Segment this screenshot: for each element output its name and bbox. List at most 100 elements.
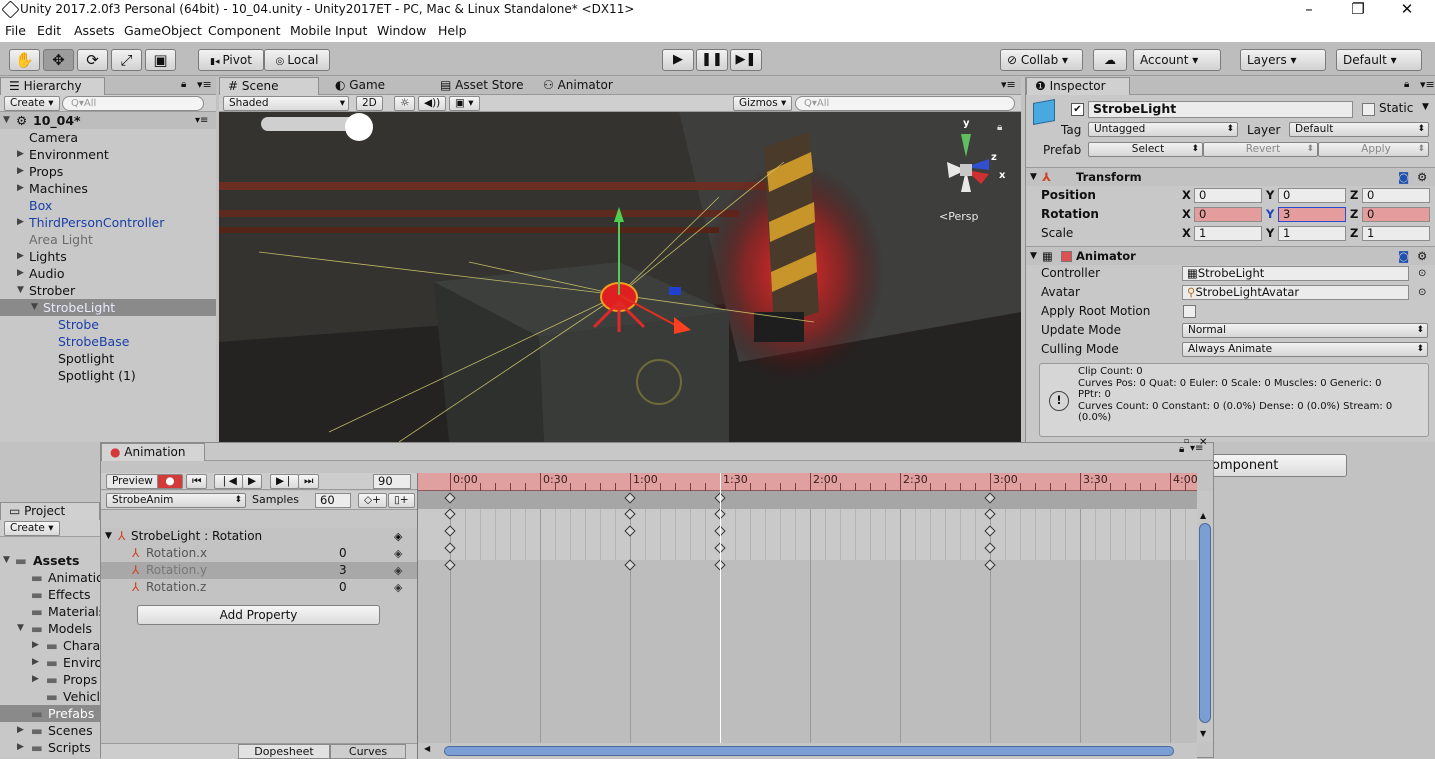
expand-arrow-icon[interactable]: ▼ xyxy=(3,552,10,569)
hand-tool-icon[interactable]: ✋ xyxy=(9,49,40,71)
expand-arrow-icon[interactable]: ▼ xyxy=(17,620,24,637)
menu-assets[interactable]: Assets xyxy=(74,23,115,38)
project-folder[interactable]: ▼ ▬ Models xyxy=(0,620,100,637)
z-axis-handle[interactable] xyxy=(669,287,681,295)
play-button[interactable]: ▶ xyxy=(662,49,694,71)
samples-field[interactable]: 60 xyxy=(315,493,351,508)
expand-arrow-icon[interactable]: ▶ xyxy=(17,722,24,739)
tab-hierarchy[interactable]: ☰ Hierarchy xyxy=(0,77,105,95)
project-folder[interactable]: ▬ Vehicl xyxy=(0,688,100,705)
vertical-scroll-thumb[interactable] xyxy=(1199,523,1211,723)
hierarchy-create-button[interactable]: Create ▾ xyxy=(4,96,60,111)
hierarchy-item[interactable]: StrobeBase xyxy=(0,333,216,350)
help-icon[interactable]: ◙ xyxy=(1398,168,1409,186)
property-row[interactable]: ⅄ Rotation.x 0 ◈ xyxy=(101,545,417,562)
controller-field[interactable]: ▦StrobeLight xyxy=(1182,266,1409,281)
apply-root-motion-checkbox[interactable] xyxy=(1183,305,1196,318)
object-name-field[interactable]: StrobeLight xyxy=(1088,101,1353,118)
hierarchy-item[interactable]: Spotlight xyxy=(0,350,216,367)
scroll-up-icon[interactable]: ▲ xyxy=(1200,511,1206,520)
hierarchy-item[interactable]: ▶ Machines xyxy=(0,180,216,197)
static-checkbox[interactable] xyxy=(1362,103,1375,116)
expand-arrow-icon[interactable]: ▼ xyxy=(105,528,112,545)
property-value[interactable]: 0 xyxy=(339,579,347,596)
gizmos-dropdown[interactable]: Gizmos ▾ xyxy=(733,96,793,111)
maximize-button[interactable]: ❐ xyxy=(1335,0,1381,20)
record-button[interactable]: ● xyxy=(157,474,183,489)
panel-menu-icon[interactable]: ▾≡ xyxy=(197,78,212,91)
audio-toggle-icon[interactable]: ◀)) xyxy=(418,96,447,111)
gizmo-center[interactable] xyxy=(960,164,972,176)
expand-arrow-icon[interactable]: ▼ xyxy=(17,282,24,299)
tab-curves[interactable]: Curves xyxy=(330,744,406,759)
rotation-z-field[interactable]: 0 xyxy=(1362,207,1430,222)
position-x-field[interactable]: 0 xyxy=(1194,188,1262,203)
scene-search-input[interactable]: Q▾All xyxy=(795,96,1015,111)
rotation-y-field[interactable]: 3 xyxy=(1278,207,1346,222)
scale-y-field[interactable]: 1 xyxy=(1278,226,1346,241)
keyframe-diamond-icon[interactable]: ◈ xyxy=(394,579,402,596)
help-icon[interactable]: ◙ xyxy=(1398,247,1409,265)
time-ruler[interactable]: 0:00 0:30 1:00 1:30 2:00 2:30 3:00 3:30 4:00 xyxy=(418,473,1197,491)
tab-animation[interactable]: ● Animation xyxy=(101,443,205,461)
vertical-scrollbar[interactable]: ▲ ▼ xyxy=(1197,491,1213,743)
add-event-icon[interactable]: ▯+ xyxy=(388,493,415,508)
project-folder[interactable]: ▬ Prefabs xyxy=(0,705,100,722)
project-folder[interactable]: ▬ Animatio xyxy=(0,569,104,586)
rotation-x-field[interactable]: 0 xyxy=(1194,207,1262,222)
menu-component[interactable]: Component xyxy=(208,23,281,38)
hierarchy-item[interactable]: Box xyxy=(0,197,216,214)
scene-viewport[interactable]: y z x <Persp 🔒︎ xyxy=(219,112,1021,442)
expand-arrow-icon[interactable]: ▼ xyxy=(31,299,38,316)
menu-window[interactable]: Window xyxy=(377,23,426,38)
assets-root-row[interactable]: ▼ ▬ Assets xyxy=(0,552,100,569)
horizontal-scrollbar[interactable]: ◀ xyxy=(418,743,1197,759)
project-create-button[interactable]: Create ▾ xyxy=(4,521,60,536)
expand-arrow-icon[interactable]: ▶ xyxy=(17,248,24,265)
tab-asset-store[interactable]: ▤ Asset Store xyxy=(432,77,532,95)
property-row[interactable]: ⅄ Rotation.z 0 ◈ xyxy=(101,579,417,596)
next-keyframe-icon[interactable]: ▶❘ xyxy=(270,474,299,489)
scroll-left-icon[interactable]: ◀ xyxy=(424,744,430,753)
component-settings-icon[interactable]: ⚙ xyxy=(1417,247,1427,265)
2d-toggle[interactable]: 2D xyxy=(356,96,383,111)
rect-tool-icon[interactable]: ▣ xyxy=(145,49,176,71)
perspective-label[interactable]: <Persp xyxy=(939,210,978,223)
collab-dropdown[interactable]: ⊘ Collab ▾ xyxy=(1000,49,1083,71)
lighting-toggle-icon[interactable]: ☼ xyxy=(394,96,416,111)
tag-dropdown[interactable]: Untagged xyxy=(1088,122,1238,137)
add-component-button[interactable]: omponent xyxy=(1205,454,1347,477)
menu-help[interactable]: Help xyxy=(438,23,467,38)
keyframe-diamond-icon[interactable]: ◈ xyxy=(394,545,402,562)
shading-dropdown[interactable]: Shaded ▾ xyxy=(223,96,349,111)
scene-menu-icon[interactable]: ▾≡ xyxy=(195,112,208,129)
static-dropdown-icon[interactable]: ▼ xyxy=(1422,102,1429,112)
close-icon[interactable]: ✕ xyxy=(1199,437,1207,448)
effects-dropdown-icon[interactable]: ▣ ▾ xyxy=(449,96,480,111)
hierarchy-item[interactable]: ▶ Lights xyxy=(0,248,216,265)
scroll-down-icon[interactable]: ▼ xyxy=(1200,729,1206,738)
hierarchy-item[interactable]: Spotlight (1) xyxy=(0,367,216,384)
layers-dropdown[interactable]: Layers ▾ xyxy=(1240,49,1326,71)
animator-header[interactable]: ▼ ▦ Animator ◙ ⚙ xyxy=(1026,246,1435,265)
update-mode-dropdown[interactable]: Normal xyxy=(1182,323,1428,338)
project-folder[interactable]: ▬ Effects xyxy=(0,586,100,603)
lock-icon[interactable]: 🔒︎ xyxy=(1404,79,1409,90)
layer-dropdown[interactable]: Default xyxy=(1289,122,1429,137)
position-y-field[interactable]: 0 xyxy=(1278,188,1346,203)
lock-icon[interactable]: 🔒︎ xyxy=(181,79,186,90)
object-picker-icon[interactable]: ⊙ xyxy=(1418,264,1426,283)
component-settings-icon[interactable]: ⚙ xyxy=(1417,168,1427,186)
scale-z-field[interactable]: 1 xyxy=(1362,226,1430,241)
panel-menu-icon[interactable]: ▾≡ xyxy=(1001,78,1016,91)
expand-arrow-icon[interactable]: ▶ xyxy=(17,265,24,282)
add-property-button[interactable]: Add Property xyxy=(137,605,380,625)
lock-icon[interactable]: 🔒︎ xyxy=(1179,444,1184,455)
play-icon[interactable]: ▶ xyxy=(242,474,263,489)
project-folder[interactable]: ▶ ▬ Enviro xyxy=(0,654,102,671)
transform-header[interactable]: ▼ ⅄ Transform ◙ ⚙ xyxy=(1026,167,1435,186)
step-button[interactable]: ▶❚ xyxy=(730,49,762,71)
clip-dropdown[interactable]: StrobeAnim xyxy=(106,493,246,508)
object-picker-icon[interactable]: ⊙ xyxy=(1418,283,1426,302)
hierarchy-item[interactable]: Area Light xyxy=(0,231,216,248)
